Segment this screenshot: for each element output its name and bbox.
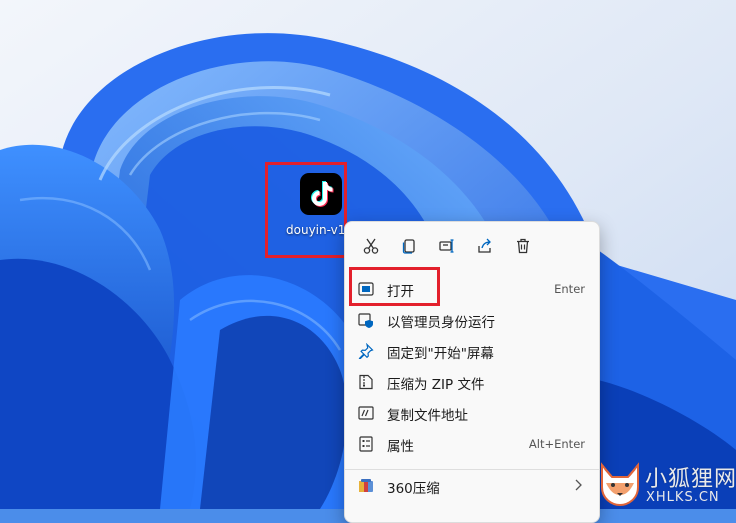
copy-icon (402, 239, 415, 254)
menu-item-label: 属性 (387, 439, 414, 455)
menu-item-label: 以管理员身份运行 (387, 315, 495, 331)
cut-button[interactable] (357, 232, 385, 260)
rename-icon (439, 239, 454, 253)
watermark: 小狐狸网 XHLKS.CN (598, 461, 736, 509)
highlight-box-open (349, 267, 440, 306)
menu-item-copy-path[interactable]: 复制文件地址 (345, 398, 599, 428)
pin-icon (358, 343, 374, 359)
copy-path-icon (358, 406, 374, 420)
properties-icon (359, 436, 373, 452)
delete-button[interactable] (509, 232, 537, 260)
menu-item-shortcut: Enter (554, 282, 585, 296)
delete-icon (517, 238, 529, 254)
highlight-box-icon (265, 162, 347, 258)
watermark-text-en: XHLKS.CN (646, 490, 720, 505)
admin-shield-icon (358, 313, 373, 328)
zip-icon (359, 374, 373, 390)
menu-item-label: 复制文件地址 (387, 408, 468, 424)
watermark-text-cn: 小狐狸网 (645, 467, 736, 492)
copy-button[interactable] (395, 232, 423, 260)
menu-item-label: 固定到"开始"屏幕 (387, 346, 494, 362)
menu-item-compress-zip[interactable]: 压缩为 ZIP 文件 (345, 367, 599, 397)
zip-360-icon (359, 479, 373, 492)
menu-item-shortcut: Alt+Enter (528, 437, 585, 451)
chevron-right-icon (575, 479, 582, 491)
fox-logo-icon (601, 462, 639, 507)
rename-button[interactable] (433, 232, 461, 260)
menu-item-label: 360压缩 (387, 481, 440, 497)
menu-item-run-as-admin[interactable]: 以管理员身份运行 (345, 305, 599, 335)
share-icon (478, 238, 491, 253)
menu-item-properties[interactable]: 属性 Alt+Enter (345, 429, 599, 459)
cut-icon (363, 238, 379, 254)
share-button[interactable] (471, 232, 499, 260)
menu-item-360-compress[interactable]: 360压缩 (345, 471, 599, 501)
menu-item-label: 压缩为 ZIP 文件 (387, 377, 485, 393)
menu-item-pin-to-start[interactable]: 固定到"开始"屏幕 (345, 336, 599, 366)
menu-separator (345, 469, 599, 470)
